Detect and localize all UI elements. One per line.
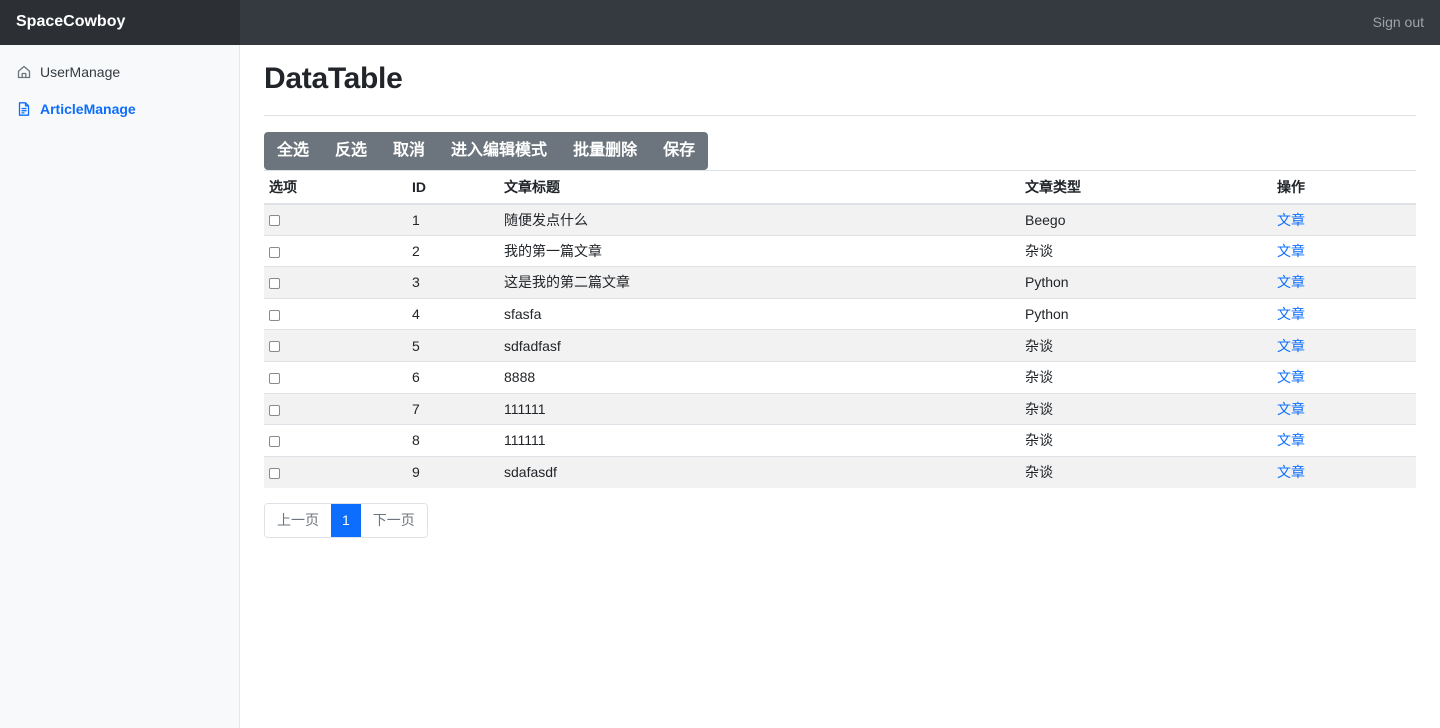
row-id: 4 [408, 297, 499, 330]
row-article-link[interactable]: 文章 [1277, 274, 1305, 290]
row-type: 杂谈 [1020, 455, 1272, 488]
row-article-link[interactable]: 文章 [1277, 369, 1305, 385]
row-type: 杂谈 [1020, 424, 1272, 457]
row-article-link[interactable]: 文章 [1277, 212, 1305, 228]
article-table: 选项 ID 文章标题 文章类型 操作 1 随便发点什么 Beego 文章 2 我… [264, 170, 1416, 488]
page-title: DataTable [264, 62, 403, 95]
row-type: 杂谈 [1020, 360, 1272, 394]
sidebar-item-label: ArticleManage [40, 101, 136, 117]
invert-selection-button[interactable]: 反选 [322, 132, 380, 170]
edit-mode-button[interactable]: 进入编辑模式 [438, 132, 560, 170]
row-id: 3 [408, 266, 499, 299]
sidebar-item-usermanage[interactable]: UserManage [0, 57, 239, 87]
table-row: 2 我的第一篇文章 杂谈 文章 [264, 234, 1416, 267]
row-title: 我的第一篇文章 [499, 234, 1020, 267]
row-article-link[interactable]: 文章 [1277, 243, 1305, 259]
header-option: 选项 [264, 170, 408, 205]
sign-out-link[interactable]: Sign out [1373, 0, 1424, 45]
row-checkbox[interactable] [269, 341, 280, 353]
row-title: 111111 [499, 392, 1020, 425]
row-title: sdfadfasf [499, 329, 1020, 362]
row-id: 7 [408, 392, 499, 425]
row-type: Beego [1020, 203, 1272, 236]
header-id: ID [408, 170, 499, 205]
next-page-button[interactable]: 下一页 [360, 504, 427, 537]
row-type: 杂谈 [1020, 392, 1272, 425]
row-article-link[interactable]: 文章 [1277, 401, 1305, 417]
row-title: 这是我的第二篇文章 [499, 266, 1020, 299]
header-title: 文章标题 [499, 170, 1020, 205]
row-article-link[interactable]: 文章 [1277, 464, 1305, 480]
table-row: 9 sdafasdf 杂谈 文章 [264, 455, 1416, 488]
row-type: Python [1020, 266, 1272, 299]
table-header-row: 选项 ID 文章标题 文章类型 操作 [264, 170, 1416, 205]
row-id: 8 [408, 424, 499, 457]
batch-delete-button[interactable]: 批量删除 [560, 132, 650, 170]
sidebar-item-label: UserManage [40, 64, 121, 80]
page-1-button[interactable]: 1 [331, 504, 361, 537]
row-title: sdafasdf [499, 455, 1020, 488]
brand-logo[interactable]: SpaceCowboy [0, 0, 240, 45]
row-title: sfasfa [499, 297, 1020, 330]
row-checkbox[interactable] [269, 404, 280, 416]
row-id: 6 [408, 360, 499, 394]
row-id: 1 [408, 203, 499, 236]
header-type: 文章类型 [1020, 170, 1272, 205]
table-row: 5 sdfadfasf 杂谈 文章 [264, 329, 1416, 362]
top-navbar: SpaceCowboy Sign out [0, 0, 1440, 45]
cancel-button[interactable]: 取消 [380, 132, 438, 170]
row-type: 杂谈 [1020, 329, 1272, 362]
row-checkbox[interactable] [269, 215, 280, 227]
save-button[interactable]: 保存 [650, 132, 708, 170]
header-action: 操作 [1272, 170, 1416, 205]
select-all-button[interactable]: 全选 [264, 132, 322, 170]
row-title: 8888 [499, 360, 1020, 394]
table-row: 7 111111 杂谈 文章 [264, 392, 1416, 425]
row-article-link[interactable]: 文章 [1277, 338, 1305, 354]
table-row: 1 随便发点什么 Beego 文章 [264, 203, 1416, 236]
sidebar-item-articlemanage[interactable]: ArticleManage [0, 94, 239, 124]
home-icon [16, 64, 32, 80]
row-id: 5 [408, 329, 499, 362]
row-checkbox[interactable] [269, 278, 280, 290]
table-row: 4 sfasfa Python 文章 [264, 297, 1416, 330]
row-title: 111111 [499, 424, 1020, 457]
row-checkbox[interactable] [269, 246, 280, 258]
row-checkbox[interactable] [269, 309, 280, 321]
row-id: 9 [408, 455, 499, 488]
row-type: Python [1020, 297, 1272, 330]
row-title: 随便发点什么 [499, 203, 1020, 236]
table-row: 8 111111 杂谈 文章 [264, 424, 1416, 457]
row-checkbox[interactable] [269, 436, 280, 448]
prev-page-button[interactable]: 上一页 [265, 504, 331, 537]
row-article-link[interactable]: 文章 [1277, 432, 1305, 448]
row-article-link[interactable]: 文章 [1277, 306, 1305, 322]
pagination: 上一页 1 下一页 [264, 503, 428, 538]
row-id: 2 [408, 234, 499, 267]
table-row: 3 这是我的第二篇文章 Python 文章 [264, 266, 1416, 299]
row-type: 杂谈 [1020, 234, 1272, 267]
sidebar: UserManage ArticleManage [0, 45, 240, 728]
row-checkbox[interactable] [269, 373, 280, 385]
toolbar-button-group: 全选 反选 取消 进入编辑模式 批量删除 保存 [264, 132, 709, 170]
file-text-icon [16, 101, 32, 117]
table-row: 6 8888 杂谈 文章 [264, 360, 1416, 394]
row-checkbox[interactable] [269, 468, 280, 480]
title-divider [264, 115, 1416, 116]
